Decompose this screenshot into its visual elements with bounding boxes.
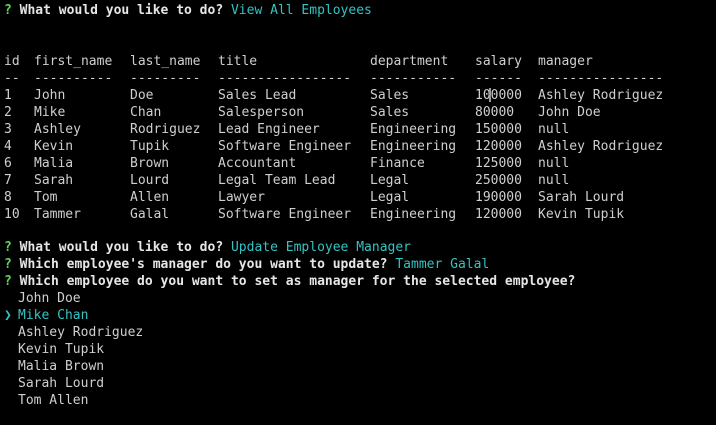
cell-title: Lead Engineer — [218, 122, 320, 137]
cell-id: 4 — [4, 139, 12, 154]
cell-title: Lawyer — [218, 190, 265, 205]
cell-salary: 150000 — [475, 122, 522, 137]
cell-manager: Ashley Rodriguez — [538, 88, 664, 103]
question-mark-icon: ? — [4, 257, 12, 272]
cell-department: Engineering — [370, 207, 457, 222]
column-header-salary: salary — [475, 54, 522, 69]
cell-manager: John Doe — [538, 105, 601, 120]
question-mark-icon: ? — [4, 3, 12, 18]
column-divider: ----------- — [370, 71, 457, 86]
cell-id: 10 — [4, 207, 20, 222]
prompt-question: What would you like to do? — [19, 3, 224, 18]
cell-last-name: Doe — [130, 88, 154, 103]
cell-last-name: Allen — [130, 190, 170, 205]
column-header-id: id — [4, 54, 20, 69]
cell-department: Legal — [370, 190, 410, 205]
selection-pointer-icon: ❯ — [4, 308, 12, 323]
cell-manager: null — [538, 156, 570, 171]
cell-id: 8 — [4, 190, 12, 205]
cell-department: Legal — [370, 173, 410, 188]
cell-first-name: Mike — [34, 105, 66, 120]
cell-salary: 250000 — [475, 173, 522, 188]
choice-kevin-tupik[interactable]: Kevin Tupik — [18, 341, 104, 358]
cell-title: Sales Lead — [218, 88, 297, 103]
cell-first-name: Tammer — [34, 207, 81, 222]
choice-mike-chan[interactable]: Mike Chan — [18, 307, 88, 324]
cell-department: Sales — [370, 88, 410, 103]
cell-department: Engineering — [370, 122, 457, 137]
cell-manager: null — [538, 122, 570, 137]
cell-last-name: Rodriguez — [130, 122, 201, 137]
prompt-line-employee: ? Which employee's manager do you want t… — [4, 256, 489, 273]
cell-department: Sales — [370, 105, 410, 120]
cell-last-name: Brown — [130, 156, 170, 171]
choice-sarah-lourd[interactable]: Sarah Lourd — [18, 375, 104, 392]
cell-last-name: Tupik — [130, 139, 170, 154]
prompt-question: What would you like to do? — [19, 240, 224, 255]
column-header-manager: manager — [538, 54, 593, 69]
cell-salary: 125000 — [475, 156, 522, 171]
cell-title: Salesperson — [218, 105, 305, 120]
cell-title: Accountant — [218, 156, 297, 171]
text-cursor-icon — [489, 88, 491, 102]
column-divider: ---------------- — [538, 71, 664, 86]
cell-first-name: Kevin — [34, 139, 74, 154]
choice-john-doe[interactable]: John Doe — [18, 290, 81, 307]
cell-last-name: Galal — [130, 207, 170, 222]
prompt-answer: View All Employees — [230, 3, 372, 18]
prompt-answer: Update Employee Manager — [230, 240, 411, 255]
cell-salary: 120000 — [475, 139, 522, 154]
prompt-question: Which employee's manager do you want to … — [19, 257, 388, 272]
cell-first-name: Tom — [34, 190, 58, 205]
cell-salary: 120000 — [475, 207, 522, 222]
choice-tom-allen[interactable]: Tom Allen — [18, 392, 88, 409]
cell-id: 3 — [4, 122, 12, 137]
cell-first-name: John — [34, 88, 66, 103]
question-mark-icon: ? — [4, 240, 12, 255]
cell-salary: 190000 — [475, 190, 522, 205]
prompt-answer: Tammer Galal — [395, 257, 490, 272]
prompt-line-action-2: ? What would you like to do? Update Empl… — [4, 239, 411, 256]
cell-last-name: Chan — [130, 105, 162, 120]
column-divider: --------- — [130, 71, 201, 86]
prompt-line-action-1: ? What would you like to do? View All Em… — [4, 2, 372, 19]
column-divider: ------ — [475, 71, 522, 86]
terminal-window: ? What would you like to do? View All Em… — [0, 0, 716, 425]
cell-first-name: Sarah — [34, 173, 74, 188]
column-header-department: department — [370, 54, 449, 69]
cell-department: Finance — [370, 156, 425, 171]
cell-title: Software Engineer — [218, 139, 352, 154]
cell-id: 7 — [4, 173, 12, 188]
column-header-title: title — [218, 54, 258, 69]
cell-manager: Kevin Tupik — [538, 207, 625, 222]
cell-id: 2 — [4, 105, 12, 120]
cell-title: Legal Team Lead — [218, 173, 336, 188]
question-mark-icon: ? — [4, 274, 12, 289]
cell-manager: Sarah Lourd — [538, 190, 625, 205]
cell-title: Software Engineer — [218, 207, 352, 222]
cell-department: Engineering — [370, 139, 457, 154]
column-header-first-name: first_name — [34, 54, 113, 69]
cell-salary: 100000 — [475, 88, 522, 103]
column-divider: -- — [4, 71, 20, 86]
cell-id: 6 — [4, 156, 12, 171]
cell-last-name: Lourd — [130, 173, 170, 188]
choice-ashley-rodriguez[interactable]: Ashley Rodriguez — [18, 324, 143, 341]
cell-id: 1 — [4, 88, 12, 103]
choice-malia-brown[interactable]: Malia Brown — [18, 358, 104, 375]
prompt-question: Which employee do you want to set as man… — [19, 274, 576, 289]
cell-first-name: Ashley — [34, 122, 81, 137]
prompt-line-manager: ? Which employee do you want to set as m… — [4, 273, 575, 290]
cell-manager: Ashley Rodriguez — [538, 139, 664, 154]
column-divider: ----------------- — [218, 71, 352, 86]
column-header-last-name: last_name — [130, 54, 201, 69]
cell-salary: 80000 — [475, 105, 515, 120]
column-divider: ---------- — [34, 71, 113, 86]
cell-manager: null — [538, 173, 570, 188]
cell-first-name: Malia — [34, 156, 74, 171]
